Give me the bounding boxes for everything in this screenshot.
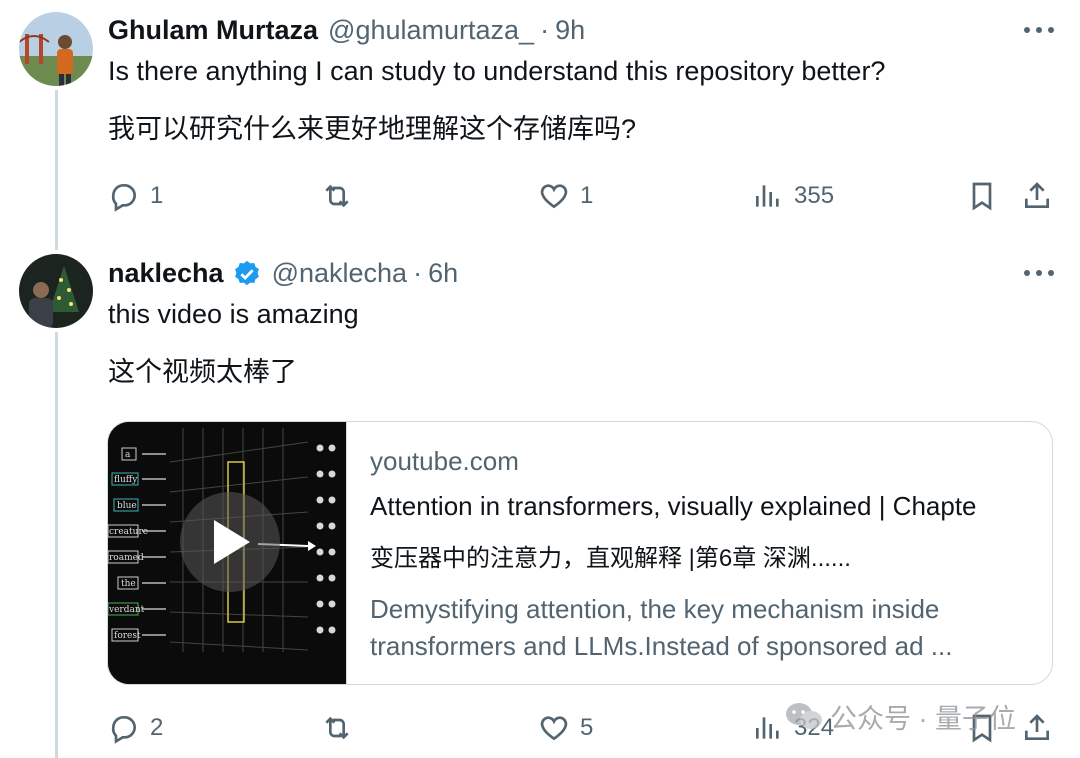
watermark-text: 公众号 · 量子位 (830, 704, 1016, 734)
views-icon (756, 185, 779, 207)
repost-icon (325, 716, 349, 740)
card-description: Demystifying attention, the key mechanis… (370, 594, 953, 661)
like-button[interactable]: 1 (538, 176, 593, 216)
thumb-word: fluffy (114, 475, 138, 485)
views-icon (756, 717, 779, 739)
tweet-header: Ghulam Murtaza @ghulamurtaza_ · 9h (108, 15, 585, 46)
user-handle[interactable]: @ghulamurtaza_ (328, 15, 534, 46)
thumb-word: creature (109, 527, 148, 537)
wechat-icon (786, 702, 822, 729)
thread-line-1 (55, 90, 58, 250)
reply-count: 2 (150, 714, 164, 741)
avatar[interactable] (19, 12, 93, 86)
tweet-text-translation: 这个视频太棒了 (108, 357, 297, 387)
repost-button[interactable] (321, 708, 363, 748)
repost-icon (325, 184, 349, 208)
like-count: 5 (580, 714, 594, 741)
verified-icon (234, 260, 259, 285)
video-thumbnail[interactable]: a fluffy blue creature roamed the verdan… (108, 422, 347, 684)
tweet-text: Is there anything I can study to underst… (108, 56, 886, 86)
avatar[interactable] (19, 254, 93, 328)
like-count: 1 (580, 182, 594, 209)
bookmark-button[interactable] (966, 176, 1008, 216)
more-icon[interactable] (1024, 27, 1054, 35)
like-icon (540, 184, 568, 209)
view-count: 355 (794, 182, 835, 209)
link-preview-card[interactable]: a fluffy blue creature roamed the verdan… (107, 421, 1053, 685)
thumb-word: a (125, 450, 131, 460)
timestamp[interactable]: 6h (428, 258, 458, 289)
reply-button[interactable]: 2 (108, 708, 163, 748)
card-domain: youtube.com (370, 446, 519, 476)
user-handle[interactable]: @naklecha (272, 258, 408, 289)
views-button[interactable]: 355 (752, 176, 834, 216)
bookmark-icon (972, 182, 992, 211)
reply-button[interactable]: 1 (108, 176, 163, 216)
thread-line-2 (55, 332, 58, 758)
more-icon[interactable] (1024, 270, 1054, 278)
tweet-text-translation: 我可以研究什么来更好地理解这个存储库吗? (108, 114, 637, 144)
thumb-word: verdant (108, 605, 145, 615)
card-title-translation: 变压器中的注意力，直观解释 |第6章 深渊...... (370, 545, 851, 572)
separator: · (540, 15, 550, 45)
reply-count: 1 (150, 182, 164, 209)
thumb-word: roamed (109, 553, 144, 563)
thumb-word: forest (114, 631, 141, 641)
share-icon (1025, 714, 1049, 740)
watermark: 公众号 · 量子位 (784, 697, 1016, 736)
share-icon (1025, 182, 1049, 208)
repost-button[interactable] (321, 176, 363, 216)
tweet-actions: 1 1 355 (108, 176, 1054, 216)
tweet-header: naklecha @naklecha · 6h (108, 258, 458, 289)
thumb-word: blue (117, 501, 137, 511)
timestamp[interactable]: 9h (555, 15, 585, 46)
display-name[interactable]: naklecha (108, 258, 224, 289)
card-content: youtube.com Attention in transformers, v… (370, 446, 1036, 665)
share-button[interactable] (1021, 708, 1063, 748)
separator: · (413, 258, 423, 288)
like-icon (540, 716, 568, 741)
reply-icon (111, 184, 137, 212)
like-button[interactable]: 5 (538, 708, 593, 748)
reply-icon (111, 716, 137, 744)
tweet-text: this video is amazing (108, 299, 359, 329)
thumb-word: the (121, 579, 136, 589)
display-name[interactable]: Ghulam Murtaza (108, 15, 318, 46)
share-button[interactable] (1021, 176, 1063, 216)
card-title: Attention in transformers, visually expl… (370, 491, 977, 521)
